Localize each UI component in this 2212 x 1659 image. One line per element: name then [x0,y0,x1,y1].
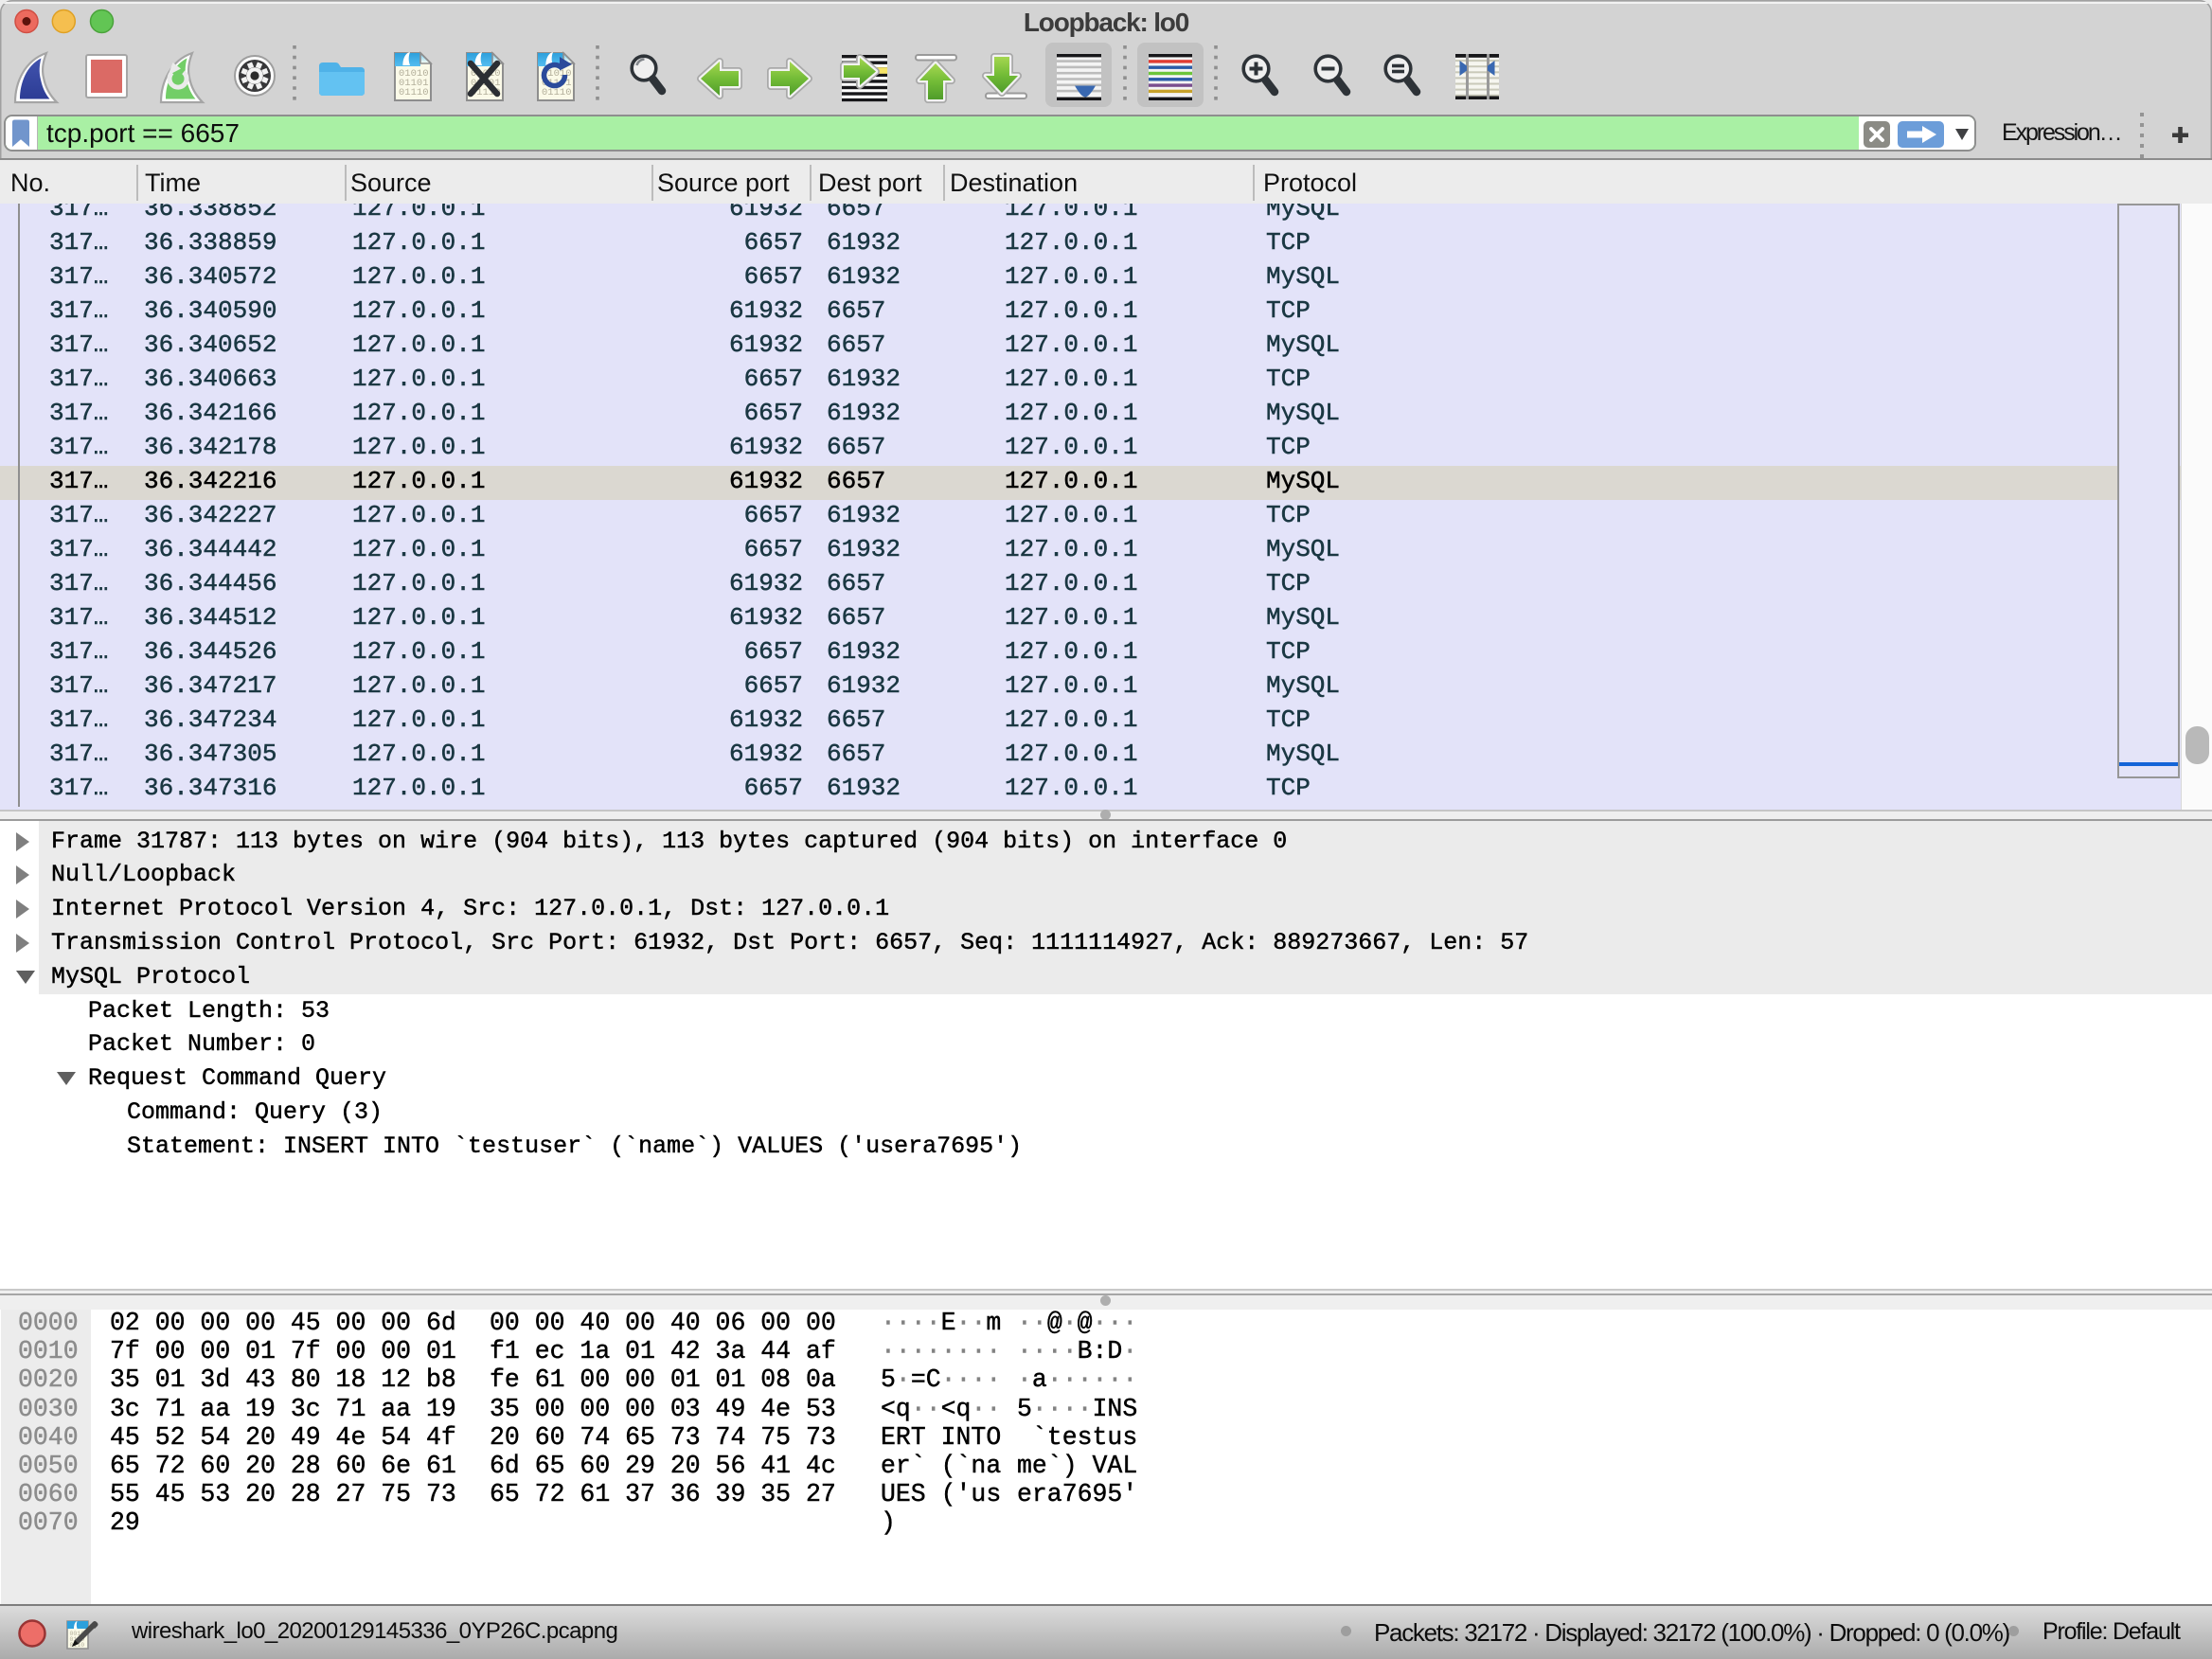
svg-text:01110: 01110 [399,87,429,98]
svg-text:01110: 01110 [542,87,572,98]
